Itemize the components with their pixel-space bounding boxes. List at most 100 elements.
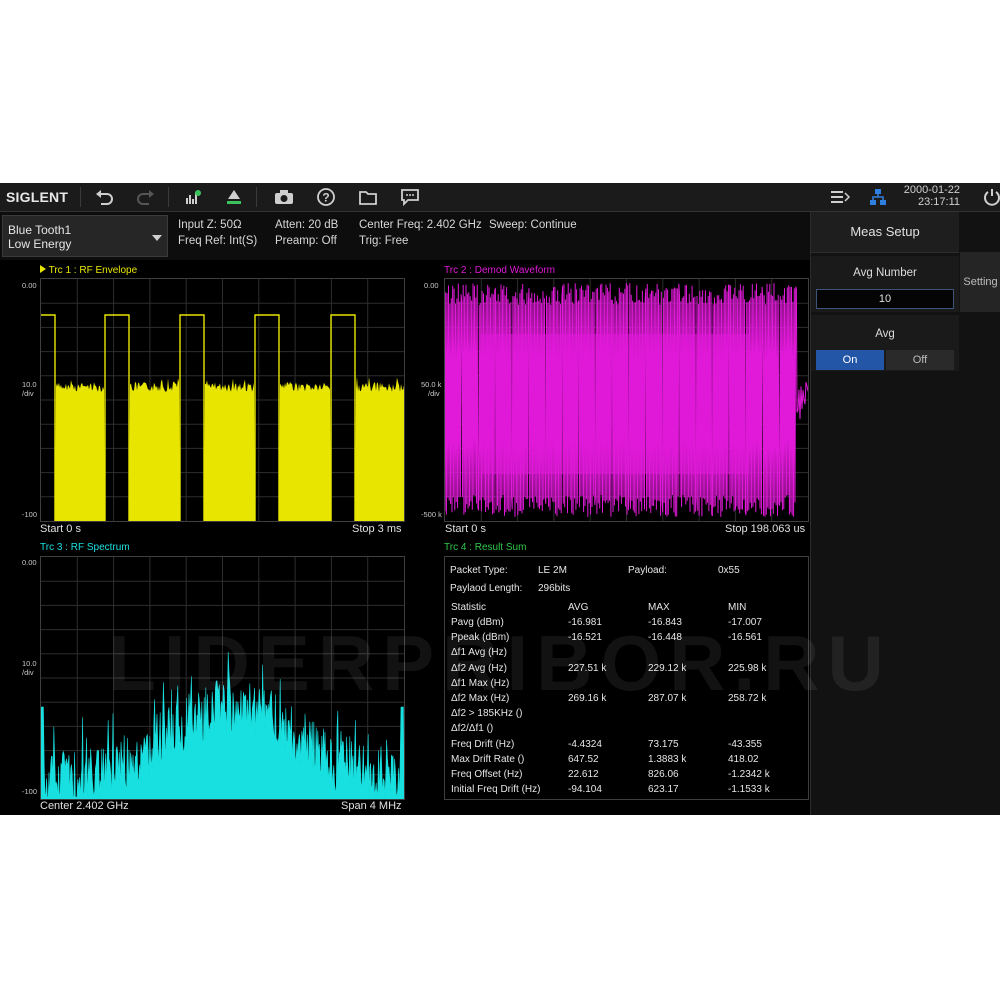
table-row: Δf2 > 185KHz () (445, 708, 808, 723)
trigger-mode[interactable]: Trig: Free (359, 235, 408, 247)
brand-logo: SIGLENT (6, 189, 69, 205)
stat-avg: -4.4324 (568, 738, 602, 750)
sweep-mode[interactable]: Sweep: Continue (489, 219, 577, 231)
stat-avg: 22.612 (568, 769, 599, 780)
stat-avg: -16.981 (568, 617, 602, 628)
help-icon[interactable]: ? (314, 186, 338, 208)
table-row: Δf2 Max (Hz) 269.16 k 287.07 k 258.72 k (445, 693, 808, 708)
toolbar: SIGLENT ? 2000-01-22 23:17:11 (0, 183, 1000, 212)
trace1-stop: Stop 3 ms (352, 523, 402, 535)
avg-number-control[interactable]: Avg Number 10 (811, 256, 959, 312)
trace1-ybot: -100 (22, 510, 38, 519)
payload-label: Payload: (628, 565, 667, 576)
peak-search-icon[interactable] (182, 186, 206, 208)
meas-setup-panel: Meas Setup Setting Avg Number 10 Avg On … (810, 212, 1000, 815)
trace2-plot[interactable] (444, 278, 809, 522)
datetime: 2000-01-22 23:17:11 (904, 184, 960, 208)
result-summary-table: Packet Type: LE 2M Payload: 0x55 Paylaod… (444, 556, 809, 800)
camera-icon[interactable] (272, 186, 296, 208)
stat-avg: -16.521 (568, 632, 602, 644)
header-avg: AVG (568, 602, 589, 613)
marker-icon[interactable] (222, 186, 246, 208)
header-max: MAX (648, 602, 670, 613)
table-row: Max Drift Rate () 647.52 1.3883 k 418.02 (445, 754, 808, 769)
stat-min: 258.72 k (728, 693, 767, 704)
payload-value: 0x55 (718, 565, 740, 576)
envelope-edge (179, 314, 205, 521)
stat-max: 73.175 (648, 738, 679, 750)
avg-number-input[interactable]: 10 (816, 289, 954, 309)
table-row: Δf1 Avg (Hz) (445, 647, 808, 662)
trace2-ytop: 0.00 (424, 281, 439, 290)
time-text: 23:17:11 (917, 196, 960, 208)
trace3-title[interactable]: Trc 3 : RF Spectrum (40, 542, 130, 553)
stat-name: Δf2 > 185KHz () (451, 708, 523, 720)
undo-icon[interactable] (92, 186, 116, 208)
table-row: Δf1 Max (Hz) (445, 678, 808, 693)
stat-name: Freq Drift (Hz) (451, 738, 515, 750)
payload-length-value: 296bits (538, 583, 571, 594)
meas-setup-title[interactable]: Meas Setup (811, 212, 959, 253)
stat-name: Max Drift Rate () (451, 753, 525, 765)
trace2-title[interactable]: Trc 2 : Demod Waveform (444, 265, 555, 276)
avg-on-button[interactable]: On (816, 350, 884, 370)
chevron-down-icon (151, 229, 163, 247)
trace1-ytop: 0.00 (22, 281, 37, 290)
stat-max: -16.448 (648, 632, 682, 644)
power-icon[interactable] (980, 186, 1000, 208)
trace3-ytop: 0.00 (22, 558, 37, 567)
demod-density (481, 334, 749, 474)
mode-select[interactable]: Blue Tooth1 Low Energy (2, 215, 168, 257)
analyzer-screen: SIGLENT ? 2000-01-22 23:17:11 Blue Tooth… (0, 183, 1000, 815)
input-impedance[interactable]: Input Z: 50Ω (178, 219, 242, 231)
folder-icon[interactable] (356, 186, 380, 208)
network-icon[interactable] (866, 186, 890, 208)
stat-avg: 647.52 (568, 753, 599, 765)
svg-text:?: ? (322, 191, 329, 205)
stat-max: -16.843 (648, 617, 682, 628)
stat-name: Initial Freq Drift (Hz) (451, 784, 541, 796)
message-icon[interactable] (398, 186, 422, 208)
info-bar: Blue Tooth1 Low Energy Input Z: 50Ω Freq… (0, 212, 810, 260)
tab-setting[interactable]: Setting (960, 252, 1000, 312)
trace3-yscale: 10.0 (22, 659, 37, 668)
center-freq[interactable]: Center Freq: 2.402 GHz (359, 219, 482, 231)
trace2-yscale: 50.0 k (421, 380, 442, 389)
stat-max: 229.12 k (648, 662, 687, 674)
stat-avg: 227.51 k (568, 662, 607, 674)
attenuation[interactable]: Atten: 20 dB (275, 219, 338, 231)
stat-name: Pavg (dBm) (451, 617, 504, 628)
trace1-yscale: 10.0 (22, 380, 37, 389)
trace1-plot[interactable] (40, 278, 405, 522)
preamp[interactable]: Preamp: Off (275, 235, 337, 247)
redo-icon[interactable] (134, 186, 158, 208)
freq-ref[interactable]: Freq Ref: Int(S) (178, 235, 257, 247)
avg-label: Avg (875, 328, 895, 340)
mode-name: Blue Tooth1 (8, 223, 72, 237)
avg-number-label: Avg Number (853, 267, 917, 279)
stat-min: -1.2342 k (728, 769, 770, 780)
rf-spectrum-chart (40, 557, 405, 800)
envelope-edge (330, 314, 356, 521)
trace2-start: Start 0 s (445, 523, 486, 535)
stat-min: -1.1533 k (728, 784, 770, 796)
stat-max: 623.17 (648, 784, 679, 796)
avg-off-button[interactable]: Off (886, 350, 954, 370)
stat-name: Δf1 Avg (Hz) (451, 647, 507, 659)
trace3-span: Span 4 MHz (341, 800, 402, 812)
avg-toggle-control[interactable]: Avg On Off (811, 315, 959, 371)
menu-list-icon[interactable] (828, 186, 852, 208)
stat-max: 826.06 (648, 769, 679, 780)
trace4-title[interactable]: Trc 4 : Result Sum (444, 542, 526, 553)
table-row: Freq Offset (Hz) 22.612 826.06 -1.2342 k (445, 769, 808, 784)
trace1-start: Start 0 s (40, 523, 81, 535)
active-trace-icon (40, 265, 46, 273)
trace1-title[interactable]: Trc 1 : RF Envelope (40, 265, 137, 276)
envelope-edge (104, 314, 130, 521)
stat-name: Δf2/Δf1 () (451, 723, 494, 735)
trace3-center: Center 2.402 GHz (40, 800, 129, 812)
table-row: Pavg (dBm) -16.981 -16.843 -17.007 (445, 617, 808, 632)
trace3-plot[interactable] (40, 556, 405, 800)
stat-name: Ppeak (dBm) (451, 632, 510, 644)
date-text: 2000-01-22 (903, 184, 960, 196)
